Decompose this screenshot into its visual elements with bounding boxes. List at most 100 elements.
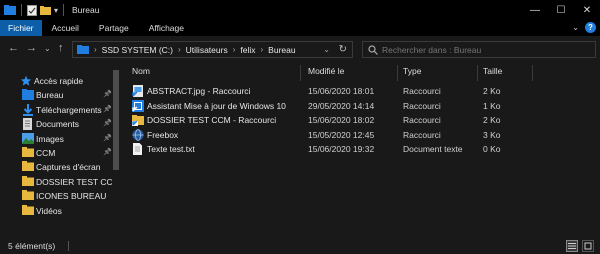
breadcrumb-separator-icon[interactable]: › [261,45,264,54]
file-row[interactable]: Freebox 15/05/2020 12:45 Raccourci 3 Ko [122,128,600,142]
tab-view[interactable]: Affichage [139,20,194,36]
address-dropdown-icon[interactable]: ⌄ [323,45,330,54]
navigation-pane: Accès rapide Bureau 📌 Téléchargements 📌 Docum… [0,62,122,238]
sidebar-item[interactable]: CCM 📌 [0,146,112,160]
breadcrumb-separator-icon[interactable]: › [178,45,181,54]
status-divider [68,241,69,251]
column-divider[interactable] [300,65,301,81]
column-header-modified[interactable]: Modifié le [308,66,344,80]
column-divider[interactable] [397,65,398,81]
file-row[interactable]: Texte test.txt 15/06/2020 19:32 Document t… [122,142,600,156]
breadcrumb-separator-icon[interactable]: › [233,45,236,54]
file-name: DOSSIER TEST CCM - Raccourci [147,115,277,126]
pin-icon: 📌 [103,120,112,128]
sidebar-item-label: Documents [36,119,79,130]
pin-icon: 📌 [103,149,112,156]
item-count: 5 élément(s) [8,241,56,251]
tab-share[interactable]: Partage [89,20,139,36]
close-button[interactable]: ✕ [574,0,600,20]
desktop-icon [22,89,34,102]
breadcrumb-desktop[interactable]: Bureau [268,45,295,55]
help-icon[interactable]: ? [585,22,596,33]
tab-file[interactable]: Fichier [0,20,42,36]
file-name: Texte test.txt [147,144,195,155]
sidebar-item-label: Accès rapide [34,76,84,86]
minimize-button[interactable]: — [522,0,548,20]
sidebar-item[interactable]: Images 📌 [0,132,112,146]
status-bar: 5 élément(s) [0,238,600,254]
sidebar-item-label: Images [36,133,64,144]
large-icons-view-button[interactable] [582,240,594,252]
text-file-icon [132,143,144,156]
folder-icon [22,147,34,159]
file-row[interactable]: Assistant Mise à jour de Windows 10 29/05… [122,99,600,113]
folder-icon [22,190,34,202]
expand-ribbon-icon[interactable]: ⌄ [572,23,579,32]
tab-home[interactable]: Accueil [42,20,89,36]
sidebar-scrollbar[interactable] [112,62,120,238]
sidebar-item-label: Bureau [36,90,64,101]
file-modified: 15/06/2020 19:32 [308,144,375,155]
back-arrow-icon[interactable]: ← [8,42,19,54]
file-modified: 15/05/2020 12:45 [308,129,375,140]
recent-locations-icon[interactable]: ⌄ [44,44,51,53]
forward-arrow-icon[interactable]: → [26,42,37,54]
new-folder-icon[interactable] [40,5,51,15]
column-divider[interactable] [477,65,478,81]
sidebar-item[interactable]: Téléchargements 📌 [0,103,112,117]
sidebar-item[interactable]: ICONES BUREAU [0,189,112,203]
details-view-button[interactable] [566,240,578,252]
customize-toolbar-icon[interactable]: ▾ [54,6,58,15]
folder-icon [22,175,34,188]
file-modified: 15/06/2020 18:02 [308,115,375,126]
file-size: 1 Ko [483,100,501,111]
documents-icon [22,118,33,132]
sidebar-item[interactable]: Accès rapide [0,74,112,88]
search-input[interactable] [382,44,582,55]
pin-icon: 📌 [103,91,112,99]
file-type: Raccourci [403,86,441,96]
search-icon [368,44,378,55]
address-bar[interactable]: › SSD SYSTEM (C:) › Utilisateurs › felix… [72,41,353,58]
star-icon [20,75,32,89]
sidebar-item[interactable]: Vidéos [0,204,112,218]
file-row[interactable]: ABSTRACT.jpg - Raccourci 15/06/2020 18:01… [122,84,600,98]
sidebar-item[interactable]: Bureau 📌 [0,88,112,102]
navigation-bar: ← → ⌄ ↑ › SSD SYSTEM (C:) › Utilisateurs… [0,36,600,62]
file-row[interactable]: DOSSIER TEST CCM - Raccourci 15/06/2020 1… [122,113,600,127]
search-box[interactable] [362,41,596,58]
sidebar-item[interactable]: Documents 📌 [0,117,112,131]
file-modified: 15/06/2020 18:01 [308,86,375,96]
folder-shortcut-icon [132,114,144,127]
ribbon-tabs: Fichier Accueil Partage Affichage ⌄ ? [0,20,600,36]
network-shortcut-icon [132,128,144,141]
folder-icon [22,161,34,173]
properties-icon[interactable] [27,4,37,16]
breadcrumb-separator-icon[interactable]: › [94,45,97,54]
column-header-size[interactable]: Taille [483,66,502,80]
large-icons-view-icon [584,242,592,250]
file-modified: 29/05/2020 14:14 [308,100,375,111]
file-size: 2 Ko [483,86,501,96]
window-title: Bureau [72,5,100,15]
breadcrumb-user[interactable]: felix [240,45,255,55]
sidebar-item[interactable]: DOSSIER TEST CCM [0,175,120,189]
up-arrow-icon[interactable]: ↑ [58,42,64,54]
explorer-icon [4,5,16,15]
sidebar-item-label: Vidéos [36,205,62,216]
file-name: Assistant Mise à jour de Windows 10 [147,100,286,111]
column-header-type[interactable]: Type [403,66,421,80]
column-divider[interactable] [532,65,533,81]
breadcrumb-drive[interactable]: SSD SYSTEM (C:) [102,45,173,55]
refresh-icon[interactable]: ↻ [339,44,347,55]
file-size: 3 Ko [483,129,501,140]
pin-icon: 📌 [103,105,112,113]
folder-icon [22,204,34,217]
sidebar-item[interactable]: Captures d'écran [0,160,112,174]
breadcrumb-users[interactable]: Utilisateurs [186,45,228,55]
column-header-name[interactable]: Nom [132,66,150,80]
maximize-button[interactable]: ☐ [548,0,574,20]
image-shortcut-icon [132,85,144,97]
file-type: Raccourci [403,115,441,126]
sidebar-scroll-thumb[interactable] [113,70,119,170]
